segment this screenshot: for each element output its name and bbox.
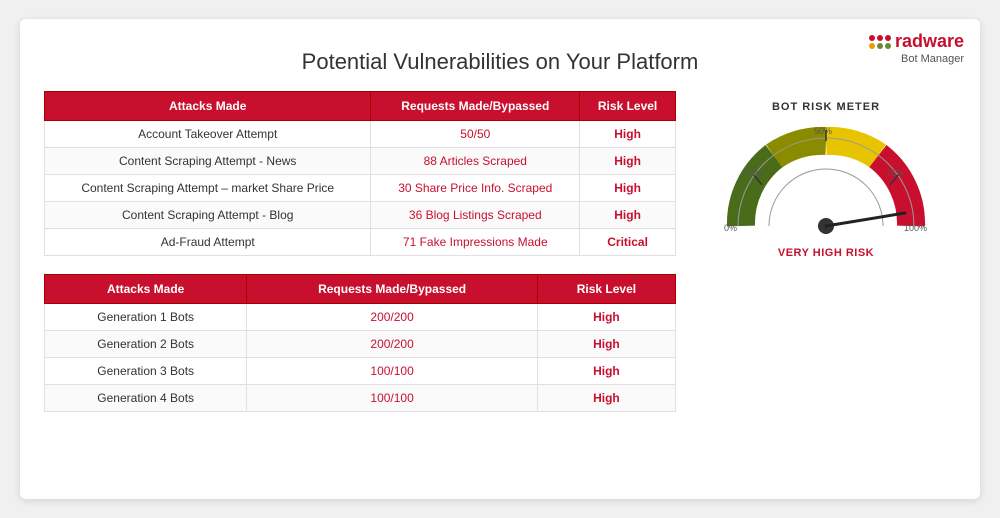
gauge-svg: 0% 25% 50% 75% 100% — [716, 121, 936, 246]
risk-cell: High — [580, 175, 676, 202]
gauge-label-25: 25% — [744, 168, 762, 178]
logo-dots — [869, 35, 891, 49]
logo: radware Bot Manager — [869, 31, 964, 65]
attack-name: Generation 4 Bots — [45, 385, 247, 412]
table2-wrapper: Attacks Made Requests Made/Bypassed Risk… — [44, 274, 676, 412]
attack-name: Content Scraping Attempt – market Share … — [45, 175, 371, 202]
table2-col2-header: Requests Made/Bypassed — [247, 275, 538, 304]
table-row: Content Scraping Attempt - News88 Articl… — [45, 148, 676, 175]
table1: Attacks Made Requests Made/Bypassed Risk… — [44, 91, 676, 256]
requests-cell: 36 Blog Listings Scraped — [371, 202, 580, 229]
requests-cell: 50/50 — [371, 121, 580, 148]
logo-dot — [885, 35, 891, 41]
attack-name: Generation 2 Bots — [45, 331, 247, 358]
logo-dot — [877, 35, 883, 41]
attack-name: Generation 3 Bots — [45, 358, 247, 385]
gauge-container: 0% 25% 50% 75% 100% — [716, 121, 936, 241]
gauge-label-100: 100% — [904, 223, 927, 233]
attack-name: Content Scraping Attempt - News — [45, 148, 371, 175]
risk-cell: Critical — [580, 229, 676, 256]
table-row: Content Scraping Attempt – market Share … — [45, 175, 676, 202]
table-row: Generation 2 Bots200/200High — [45, 331, 676, 358]
gauge-needle — [826, 213, 905, 226]
risk-cell: High — [537, 358, 675, 385]
logo-dot — [885, 43, 891, 49]
table-row: Content Scraping Attempt - Blog36 Blog L… — [45, 202, 676, 229]
page-title: Potential Vulnerabilities on Your Platfo… — [44, 49, 956, 75]
table-row: Generation 1 Bots200/200High — [45, 304, 676, 331]
main-card: radware Bot Manager Potential Vulnerabil… — [20, 19, 980, 499]
requests-cell: 100/100 — [247, 358, 538, 385]
attack-name: Generation 1 Bots — [45, 304, 247, 331]
requests-cell: 100/100 — [247, 385, 538, 412]
logo-text: radware — [895, 31, 964, 52]
table1-col2-header: Requests Made/Bypassed — [371, 92, 580, 121]
gauge-label-50: 50% — [814, 126, 832, 136]
tables-section: Attacks Made Requests Made/Bypassed Risk… — [44, 91, 676, 430]
table1-col1-header: Attacks Made — [45, 92, 371, 121]
table-row: Generation 3 Bots100/100High — [45, 358, 676, 385]
risk-cell: High — [537, 385, 675, 412]
table2: Attacks Made Requests Made/Bypassed Risk… — [44, 274, 676, 412]
requests-cell: 200/200 — [247, 304, 538, 331]
table1-wrapper: Attacks Made Requests Made/Bypassed Risk… — [44, 91, 676, 256]
gauge-label-0: 0% — [724, 223, 737, 233]
risk-cell: High — [537, 331, 675, 358]
table-row: Generation 4 Bots100/100High — [45, 385, 676, 412]
requests-cell: 30 Share Price Info. Scraped — [371, 175, 580, 202]
gauge-label-75: 75% — [886, 168, 904, 178]
gauge-risk-label: VERY HIGH RISK — [778, 247, 874, 259]
table2-header: Attacks Made Requests Made/Bypassed Risk… — [45, 275, 676, 304]
requests-cell: 71 Fake Impressions Made — [371, 229, 580, 256]
attack-name: Content Scraping Attempt - Blog — [45, 202, 371, 229]
gauge-title: BOT RISK METER — [772, 101, 880, 113]
risk-cell: High — [580, 121, 676, 148]
risk-cell: High — [537, 304, 675, 331]
requests-cell: 200/200 — [247, 331, 538, 358]
attack-name: Account Takeover Attempt — [45, 121, 371, 148]
requests-cell: 88 Articles Scraped — [371, 148, 580, 175]
logo-dot — [869, 43, 875, 49]
table-row: Ad-Fraud Attempt71 Fake Impressions Made… — [45, 229, 676, 256]
table2-body: Generation 1 Bots200/200HighGeneration 2… — [45, 304, 676, 412]
logo-dot — [877, 43, 883, 49]
table-row: Account Takeover Attempt50/50High — [45, 121, 676, 148]
table1-header: Attacks Made Requests Made/Bypassed Risk… — [45, 92, 676, 121]
risk-cell: High — [580, 202, 676, 229]
logo-brand: radware — [869, 31, 964, 52]
table1-col3-header: Risk Level — [580, 92, 676, 121]
table1-body: Account Takeover Attempt50/50HighContent… — [45, 121, 676, 256]
logo-dot — [869, 35, 875, 41]
risk-cell: High — [580, 148, 676, 175]
table2-col3-header: Risk Level — [537, 275, 675, 304]
gauge-section: BOT RISK METER — [696, 91, 956, 430]
table2-col1-header: Attacks Made — [45, 275, 247, 304]
attack-name: Ad-Fraud Attempt — [45, 229, 371, 256]
logo-sub: Bot Manager — [901, 53, 964, 65]
content-layout: Attacks Made Requests Made/Bypassed Risk… — [44, 91, 956, 430]
